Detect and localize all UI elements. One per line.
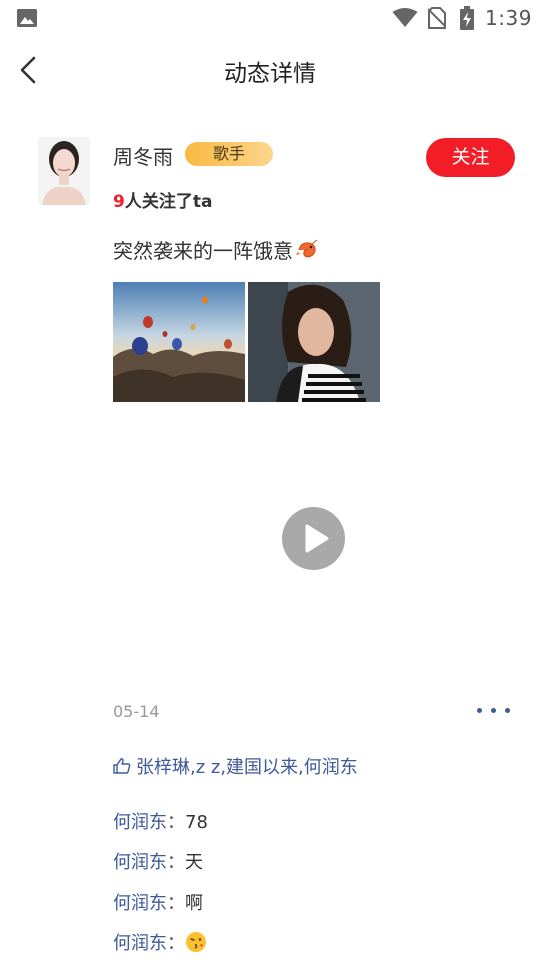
user-tag-badge: 歌手 — [185, 142, 273, 166]
followers-info: 9人关注了ta — [113, 187, 212, 212]
comment-text: 天 — [185, 852, 203, 873]
followers-count: 9 — [113, 192, 125, 212]
user-name[interactable]: 周冬雨 — [113, 141, 173, 170]
follow-button[interactable]: 关注 — [426, 138, 515, 177]
shrimp-emoji — [296, 239, 318, 258]
likes-row: 张梓琳,z z,建国以来,何润东 — [113, 753, 358, 779]
comment-text: 78 — [185, 812, 208, 833]
no-sim-icon — [428, 7, 446, 29]
status-time: 1:39 — [485, 6, 532, 30]
more-button[interactable] — [472, 698, 516, 722]
video-play-button[interactable] — [282, 507, 345, 570]
page-title: 动态详情 — [224, 61, 316, 87]
header: 动态详情 — [0, 36, 540, 104]
battery-charging-icon — [460, 6, 474, 30]
comment-item: 何润东：78 — [113, 808, 208, 834]
comment-separator: ： — [167, 812, 185, 833]
avatar[interactable] — [38, 137, 90, 205]
comment-item: 何润东：啊 — [113, 889, 203, 915]
thumbs-up-icon — [113, 758, 131, 774]
wifi-icon — [392, 8, 418, 27]
more-dots-icon — [477, 708, 482, 713]
post-text: 突然袭来的一阵饿意 — [113, 235, 319, 264]
gallery-icon — [17, 9, 37, 27]
comment-user[interactable]: 何润东 — [113, 812, 167, 833]
status-bar: 1:39 — [0, 0, 540, 36]
comment-item: 何润东：天 — [113, 848, 203, 874]
likes-names[interactable]: 张梓琳,z z,建国以来,何润东 — [136, 757, 358, 778]
comment-item: 何润东： — [113, 929, 207, 955]
comment-user[interactable]: 何润东 — [113, 933, 167, 954]
post-date: 05-14 — [113, 702, 160, 721]
comment-user[interactable]: 何润东 — [113, 893, 167, 914]
more-dot — [491, 708, 496, 713]
comment-separator: ： — [167, 893, 185, 914]
woman-portrait-photo[interactable] — [248, 282, 380, 402]
comment-separator: ： — [167, 852, 185, 873]
comment-separator: ： — [167, 933, 185, 954]
comment-user[interactable]: 何润东 — [113, 852, 167, 873]
kiss-face-emoji — [186, 932, 206, 952]
comment-text: 啊 — [185, 893, 203, 914]
hot-air-balloons-photo[interactable] — [113, 282, 245, 402]
more-dot — [505, 708, 510, 713]
play-icon — [305, 524, 329, 553]
post-text-content: 突然袭来的一阵饿意 — [113, 239, 293, 263]
followers-text: 人关注了ta — [124, 192, 213, 212]
